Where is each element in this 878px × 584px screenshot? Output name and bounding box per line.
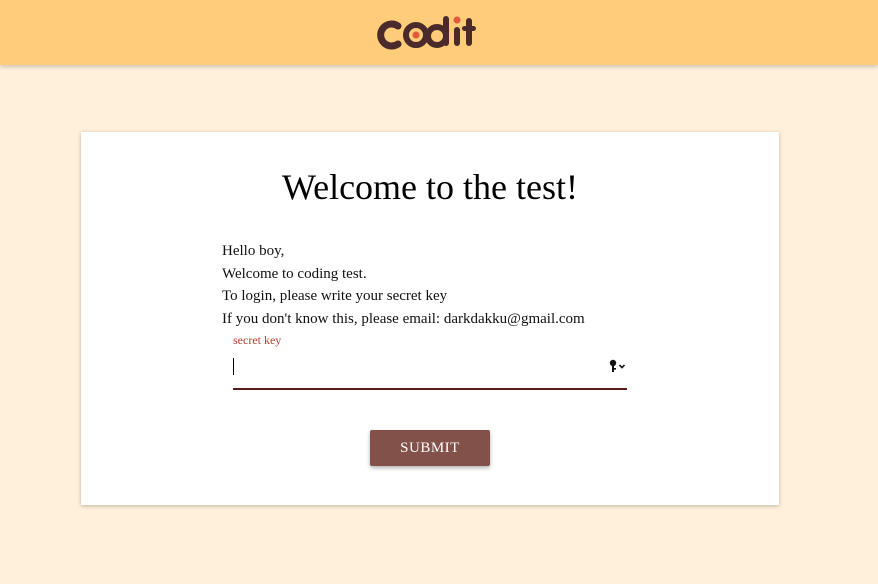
key-icon[interactable] xyxy=(609,359,629,373)
welcome-card: Welcome to the test! Hello boy, Welcome … xyxy=(81,132,779,505)
intro-line-email: If you don't know this, please email: da… xyxy=(222,310,585,327)
page-title: Welcome to the test! xyxy=(282,167,578,207)
intro-line: Hello boy, xyxy=(222,243,285,259)
text-caret xyxy=(233,358,234,375)
secret-key-label: secret key xyxy=(233,333,282,347)
intro-line: To login, please write your secret key xyxy=(222,288,448,304)
intro-line: Welcome to coding test. xyxy=(222,265,367,282)
submit-button[interactable]: SUBMIT xyxy=(370,430,490,466)
secret-key-input[interactable] xyxy=(233,356,593,378)
secret-key-field[interactable] xyxy=(233,350,627,390)
top-header-bar xyxy=(0,0,878,65)
codit-logo[interactable] xyxy=(376,12,486,54)
intro-text: Hello boy, Welcome to coding test. To lo… xyxy=(222,240,585,330)
